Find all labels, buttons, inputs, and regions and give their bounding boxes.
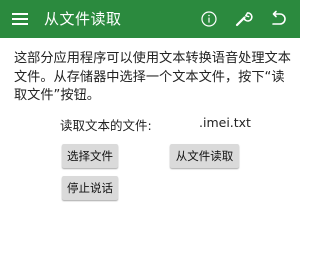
read-from-file-button[interactable]: 从文件读取	[170, 144, 239, 168]
file-label: 读取文本的文件:	[60, 118, 152, 133]
description-text: 这部分应用程序可以使用文本转换语音处理文本文件。从存储器中选择一个文本文件，按下…	[14, 51, 291, 103]
wrench-icon[interactable]	[233, 9, 253, 29]
page-title: 从文件读取	[44, 10, 122, 28]
info-icon[interactable]	[199, 9, 219, 29]
back-icon[interactable]	[268, 9, 288, 29]
app-screen: 从文件读取 这部分应用程序可以使用文本转换语音处理文本文件。从存储器中选择一个文…	[0, 0, 300, 260]
file-name-value: .imei.txt	[199, 115, 251, 130]
stop-talking-button[interactable]: 停止说话	[62, 176, 118, 200]
menu-icon[interactable]	[12, 11, 28, 27]
file-row: 读取文本的文件: .imei.txt	[0, 115, 300, 133]
select-file-button[interactable]: 选择文件	[62, 144, 118, 168]
app-bar: 从文件读取	[0, 0, 300, 38]
